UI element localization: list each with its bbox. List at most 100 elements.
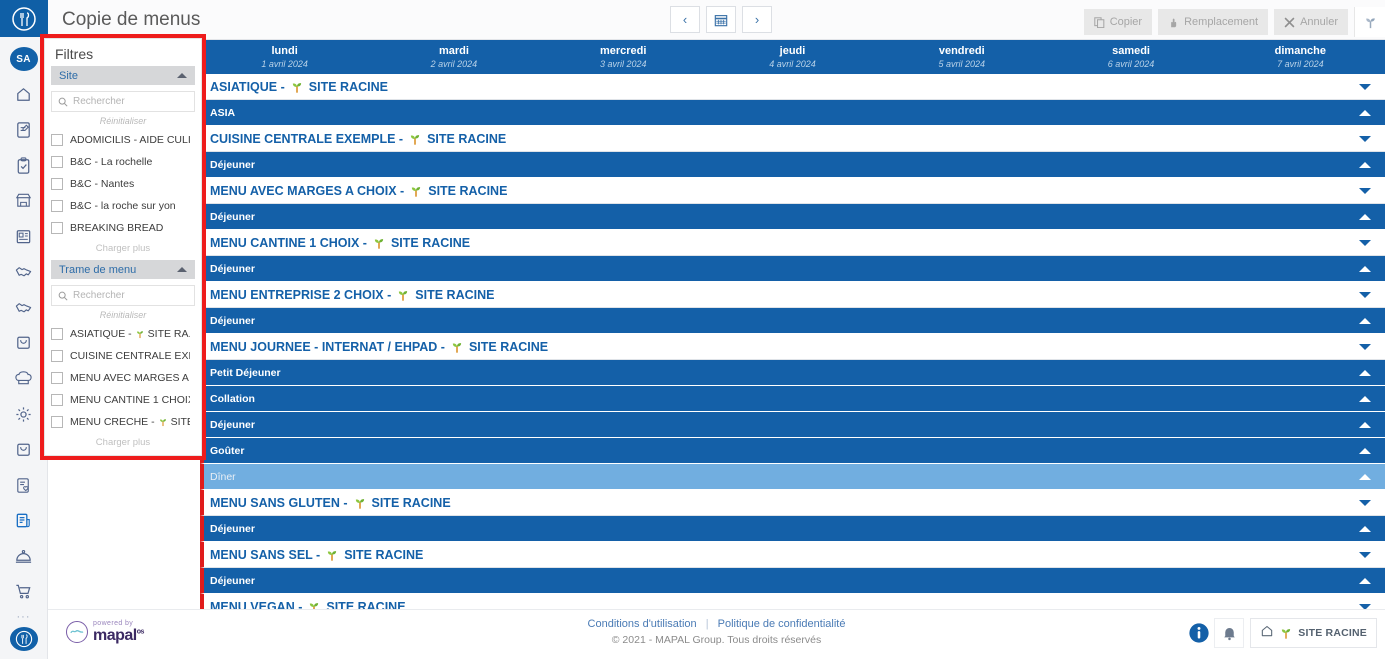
chevron-up-icon[interactable] — [1359, 395, 1371, 402]
meal-row[interactable]: Déjeuner — [200, 412, 1385, 438]
chevron-down-icon[interactable] — [1359, 551, 1371, 558]
chevron-up-icon[interactable] — [1359, 213, 1371, 220]
copier-button[interactable]: Copier — [1083, 9, 1153, 35]
avatar[interactable]: SA — [9, 47, 38, 72]
filter-checkbox[interactable] — [51, 222, 63, 234]
box-icon[interactable] — [9, 437, 39, 463]
chevron-up-icon[interactable] — [177, 267, 187, 272]
chevron-up-icon[interactable] — [177, 73, 187, 78]
chevron-up-icon[interactable] — [1359, 447, 1371, 454]
clipboard-check-icon[interactable] — [9, 152, 39, 178]
filter-item[interactable]: MENU AVEC MARGES A ... — [51, 367, 195, 389]
meal-row[interactable]: Déjeuner — [200, 308, 1385, 334]
filter-group-header[interactable]: Trame de menu — [51, 260, 195, 279]
menu-row[interactable]: ASIATIQUE - SITE RACINE — [200, 74, 1385, 100]
chevron-up-icon[interactable] — [1359, 369, 1371, 376]
calendar-icon[interactable] — [706, 6, 736, 33]
bottom-logo-icon[interactable] — [9, 627, 38, 651]
home-icon[interactable] — [9, 81, 39, 107]
privacy-link[interactable]: Politique de confidentialité — [718, 618, 846, 630]
chevron-up-icon[interactable] — [1359, 109, 1371, 116]
next-week-button[interactable]: › — [742, 6, 772, 33]
meal-row[interactable]: Goûter — [200, 438, 1385, 464]
gear-icon[interactable] — [9, 401, 39, 427]
filter-checkbox[interactable] — [51, 178, 63, 190]
menu-row[interactable]: MENU SANS SEL - SITE RACINE — [200, 542, 1385, 568]
filter-checkbox[interactable] — [51, 372, 63, 384]
meal-row[interactable]: Dîner — [200, 464, 1385, 490]
chevron-down-icon[interactable] — [1359, 343, 1371, 350]
filter-search-input[interactable]: Rechercher — [51, 91, 195, 112]
filter-item[interactable]: ASIATIQUE - SITE RA... — [51, 323, 195, 345]
filter-load-more-link[interactable]: Charger plus — [51, 243, 195, 254]
filter-checkbox[interactable] — [51, 328, 63, 340]
filter-checkbox[interactable] — [51, 416, 63, 428]
list-heart-icon[interactable] — [9, 472, 39, 498]
handshake-icon[interactable] — [9, 259, 39, 285]
filter-item[interactable]: B&C - Nantes — [51, 173, 195, 195]
meal-row[interactable]: Déjeuner — [200, 256, 1385, 282]
filter-item[interactable]: ADOMICILIS - AIDE CULIN... — [51, 129, 195, 151]
rail-more-dots[interactable]: ··· — [17, 611, 31, 621]
filter-search-input[interactable]: Rechercher — [51, 285, 195, 306]
menu-row[interactable]: MENU ENTREPRISE 2 CHOIX - SITE RACINE — [200, 282, 1385, 308]
store-icon[interactable] — [9, 188, 39, 214]
filter-checkbox[interactable] — [51, 200, 63, 212]
meal-row[interactable]: Déjeuner — [200, 204, 1385, 230]
chevron-up-icon[interactable] — [1359, 317, 1371, 324]
shopping-cart-icon[interactable] — [9, 579, 39, 605]
filter-load-more-link[interactable]: Charger plus — [51, 437, 195, 448]
meal-row[interactable]: Collation — [200, 386, 1385, 412]
filter-group-header[interactable]: Site — [51, 66, 195, 85]
menu-row[interactable]: CUISINE CENTRALE EXEMPLE - SITE RACINE — [200, 126, 1385, 152]
filter-item[interactable]: B&C - la roche sur yon — [51, 195, 195, 217]
handshake-icon[interactable] — [9, 295, 39, 321]
menu-row[interactable]: MENU CANTINE 1 CHOIX - SITE RACINE — [200, 230, 1385, 256]
meal-row[interactable]: Déjeuner — [200, 152, 1385, 178]
chevron-up-icon[interactable] — [1359, 265, 1371, 272]
filter-item[interactable]: CUISINE CENTRALE EXE... — [51, 345, 195, 367]
chevron-down-icon[interactable] — [1359, 135, 1371, 142]
chevron-up-icon[interactable] — [1359, 525, 1371, 532]
chevron-down-icon[interactable] — [1359, 499, 1371, 506]
document-edit-icon[interactable] — [9, 117, 39, 143]
menu-row[interactable]: MENU SANS GLUTEN - SITE RACINE — [200, 490, 1385, 516]
chevron-down-icon[interactable] — [1359, 239, 1371, 246]
filter-checkbox[interactable] — [51, 394, 63, 406]
terms-link[interactable]: Conditions d'utilisation — [588, 618, 697, 630]
meal-row[interactable]: ASIA — [200, 100, 1385, 126]
sprout-icon[interactable] — [1354, 7, 1385, 37]
filter-checkbox[interactable] — [51, 134, 63, 146]
chevron-down-icon[interactable] — [1359, 83, 1371, 90]
menu-row[interactable]: MENU AVEC MARGES A CHOIX - SITE RACINE — [200, 178, 1385, 204]
site-selector-button[interactable]: SITE RACINE — [1250, 618, 1377, 648]
box-icon[interactable] — [9, 330, 39, 356]
chevron-up-icon[interactable] — [1359, 161, 1371, 168]
document-list-icon[interactable] — [9, 508, 39, 534]
filter-item[interactable]: B&C - La rochelle — [51, 151, 195, 173]
filter-item[interactable]: BREAKING BREAD — [51, 217, 195, 239]
info-icon[interactable] — [1184, 618, 1214, 648]
filter-item[interactable]: MENU CANTINE 1 CHOIX ... — [51, 389, 195, 411]
meal-row[interactable]: Déjeuner — [200, 516, 1385, 542]
app-logo-icon[interactable] — [0, 0, 48, 38]
filter-reset-link[interactable]: Réinitialiser — [51, 116, 195, 126]
chevron-up-icon[interactable] — [1359, 577, 1371, 584]
building-chart-icon[interactable] — [9, 224, 39, 250]
remplacement-button[interactable]: Remplacement — [1158, 9, 1269, 35]
chevron-down-icon[interactable] — [1359, 291, 1371, 298]
meal-row[interactable]: Petit Déjeuner — [200, 360, 1385, 386]
meal-row[interactable]: Déjeuner — [200, 568, 1385, 594]
filter-reset-link[interactable]: Réinitialiser — [51, 310, 195, 320]
filter-checkbox[interactable] — [51, 156, 63, 168]
cloche-icon[interactable] — [9, 543, 39, 569]
annuler-button[interactable]: Annuler — [1274, 9, 1348, 35]
menu-row[interactable]: MENU JOURNEE - INTERNAT / EHPAD - SITE R… — [200, 334, 1385, 360]
chef-hat-icon[interactable] — [9, 366, 39, 392]
chevron-down-icon[interactable] — [1359, 187, 1371, 194]
chevron-up-icon[interactable] — [1359, 473, 1371, 480]
prev-week-button[interactable]: ‹ — [670, 6, 700, 33]
filter-checkbox[interactable] — [51, 350, 63, 362]
bell-icon[interactable] — [1214, 618, 1245, 648]
filter-item[interactable]: MENU CRECHE - SITE... — [51, 411, 195, 433]
